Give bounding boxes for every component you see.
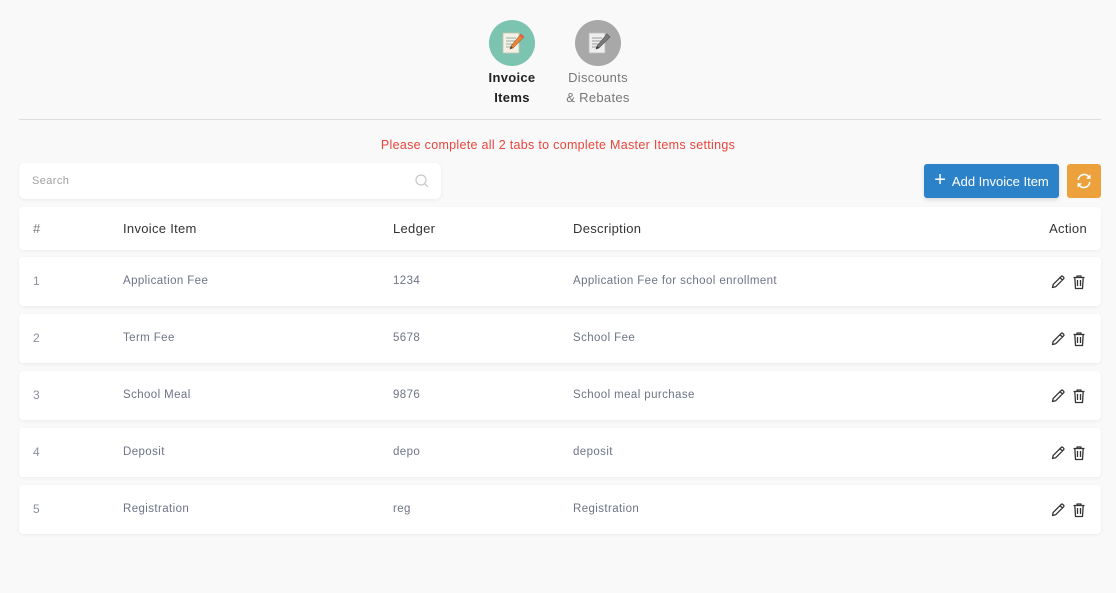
table-row: 2 Term Fee 5678 School Fee [19, 314, 1101, 363]
trash-icon[interactable] [1072, 274, 1086, 290]
row-number: 1 [33, 274, 41, 288]
row-ledger: reg [393, 503, 411, 515]
add-invoice-item-label: Add Invoice Item [951, 173, 1049, 189]
row-number: 4 [33, 445, 41, 459]
row-actions [1050, 314, 1086, 363]
row-ledger: 9876 [393, 389, 421, 401]
header-invoice-item: Invoice Item [123, 221, 197, 236]
row-description: Application Fee for school enrollment [573, 275, 778, 287]
row-invoice-item: Application Fee [123, 275, 209, 287]
header-number: # [33, 221, 41, 236]
trash-icon[interactable] [1072, 502, 1086, 518]
table-row: 4 Deposit depo deposit [19, 428, 1101, 477]
document-edit-icon [575, 20, 621, 66]
row-ledger: 5678 [393, 332, 421, 344]
row-description: Registration [573, 503, 640, 515]
row-number: 5 [33, 502, 41, 516]
completion-notice: Please complete all 2 tabs to complete M… [380, 138, 736, 152]
table-row: 1 Application Fee 1234 Application Fee f… [19, 257, 1101, 306]
row-actions [1050, 371, 1086, 420]
row-ledger: depo [393, 446, 421, 458]
row-number: 3 [33, 388, 41, 402]
plus-icon: + [934, 169, 946, 191]
edit-icon[interactable] [1050, 331, 1066, 347]
row-invoice-item: Deposit [123, 446, 165, 458]
tab-invoice-items[interactable]: Invoice Items [467, 20, 557, 108]
row-ledger: 1234 [393, 275, 421, 287]
refresh-button[interactable] [1067, 164, 1101, 198]
search-input[interactable] [19, 163, 399, 199]
edit-icon[interactable] [1050, 388, 1066, 404]
refresh-icon [1075, 172, 1093, 190]
trash-icon[interactable] [1072, 388, 1086, 404]
search-icon[interactable] [415, 174, 429, 193]
tab-discounts-label-2: & Rebates [566, 90, 630, 105]
document-edit-icon [489, 20, 535, 66]
row-actions [1050, 257, 1086, 306]
edit-icon[interactable] [1050, 274, 1066, 290]
divider [19, 119, 1101, 120]
settings-tabs: Invoice Items Discounts & Rebates [0, 20, 1116, 110]
row-invoice-item: Registration [123, 503, 190, 515]
edit-icon[interactable] [1050, 502, 1066, 518]
tab-invoice-items-label-1: Invoice [488, 70, 536, 85]
header-description: Description [573, 221, 642, 236]
search-box [19, 163, 441, 199]
tab-discounts-label-1: Discounts [568, 70, 628, 85]
trash-icon[interactable] [1072, 445, 1086, 461]
row-actions [1050, 428, 1086, 477]
table-row: 5 Registration reg Registration [19, 485, 1101, 534]
header-action: Action [1049, 221, 1087, 236]
row-actions [1050, 485, 1086, 534]
header-ledger: Ledger [393, 221, 436, 236]
row-invoice-item: Term Fee [123, 332, 175, 344]
tab-invoice-items-label-2: Items [494, 90, 530, 105]
table-header: # Invoice Item Ledger Description Action [19, 207, 1101, 250]
row-number: 2 [33, 331, 41, 345]
trash-icon[interactable] [1072, 331, 1086, 347]
edit-icon[interactable] [1050, 445, 1066, 461]
row-invoice-item: School Meal [123, 389, 191, 401]
tab-discounts-rebates[interactable]: Discounts & Rebates [553, 20, 643, 108]
row-description: deposit [573, 446, 613, 458]
row-description: School meal purchase [573, 389, 695, 401]
add-invoice-item-button[interactable]: + Add Invoice Item [924, 164, 1059, 198]
row-description: School Fee [573, 332, 636, 344]
table-row: 3 School Meal 9876 School meal purchase [19, 371, 1101, 420]
